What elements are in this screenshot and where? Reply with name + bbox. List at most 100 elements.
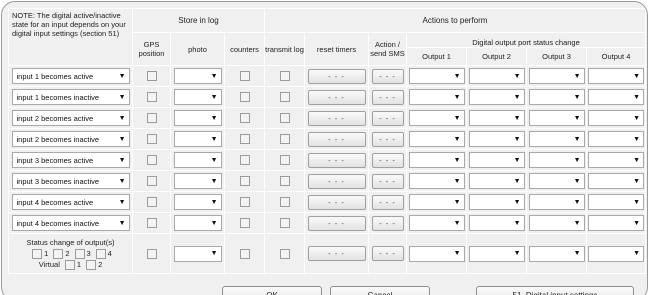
- virtual-output-2-checkbox[interactable]: [86, 259, 97, 270]
- photo-select[interactable]: ▼: [173, 173, 222, 189]
- transmit-log-checkbox[interactable]: [279, 71, 290, 81]
- gps-position-checkbox[interactable]: [146, 155, 157, 165]
- counters-checkbox[interactable]: [239, 113, 250, 123]
- transmit-log-checkbox[interactable]: [279, 155, 290, 165]
- output-1-select[interactable]: ▼: [408, 245, 465, 262]
- trigger-select[interactable]: input 2 becomes active ▼: [11, 110, 130, 126]
- transmit-log-checkbox[interactable]: [279, 134, 290, 144]
- output-4-select[interactable]: ▼: [588, 152, 644, 168]
- transmit-log-checkbox[interactable]: [279, 248, 290, 259]
- output-4-select[interactable]: ▼: [588, 173, 644, 189]
- output-4-select[interactable]: ▼: [588, 68, 644, 84]
- output-1-select[interactable]: ▼: [408, 89, 465, 105]
- counters-checkbox[interactable]: [239, 134, 250, 144]
- gps-position-checkbox[interactable]: [146, 134, 157, 144]
- reset-timers-button[interactable]: - - -: [307, 68, 366, 84]
- output-2-select[interactable]: ▼: [468, 110, 525, 126]
- gps-position-checkbox[interactable]: [146, 113, 157, 123]
- output-4-select[interactable]: ▼: [588, 131, 644, 147]
- output-3-select[interactable]: ▼: [528, 68, 585, 84]
- photo-select[interactable]: ▼: [173, 131, 222, 147]
- status-output-2-checkbox[interactable]: [53, 248, 64, 259]
- digital-input-settings-button[interactable]: 51. Digital input settings: [476, 286, 634, 295]
- gps-position-checkbox[interactable]: [146, 218, 157, 228]
- output-2-select[interactable]: ▼: [468, 152, 525, 168]
- gps-position-checkbox[interactable]: [146, 197, 157, 207]
- ok-button[interactable]: OK: [222, 286, 322, 295]
- counters-checkbox[interactable]: [239, 92, 250, 102]
- output-1-select[interactable]: ▼: [408, 152, 465, 168]
- send-sms-button[interactable]: - - -: [371, 68, 404, 84]
- cancel-button[interactable]: Cancel: [330, 286, 430, 295]
- reset-timers-button[interactable]: - - -: [307, 89, 366, 105]
- reset-timers-button[interactable]: - - -: [307, 173, 366, 189]
- gps-position-checkbox[interactable]: [146, 176, 157, 186]
- status-output-3-checkbox[interactable]: [74, 248, 85, 259]
- counters-checkbox[interactable]: [239, 71, 250, 81]
- reset-timers-button[interactable]: - - -: [307, 246, 366, 261]
- transmit-log-checkbox[interactable]: [279, 113, 290, 123]
- reset-timers-button[interactable]: - - -: [307, 152, 366, 168]
- output-2-select[interactable]: ▼: [468, 68, 525, 84]
- reset-timers-button[interactable]: - - -: [307, 131, 366, 147]
- counters-checkbox[interactable]: [239, 155, 250, 165]
- gps-position-checkbox[interactable]: [146, 92, 157, 102]
- output-1-select[interactable]: ▼: [408, 68, 465, 84]
- output-2-select[interactable]: ▼: [468, 173, 525, 189]
- trigger-select[interactable]: input 3 becomes active ▼: [11, 152, 130, 168]
- output-3-select[interactable]: ▼: [528, 89, 585, 105]
- send-sms-button[interactable]: - - -: [371, 246, 404, 261]
- photo-select[interactable]: ▼: [173, 215, 222, 231]
- photo-select[interactable]: ▼: [173, 152, 222, 168]
- trigger-select[interactable]: input 3 becomes inactive ▼: [11, 173, 130, 189]
- output-2-select[interactable]: ▼: [468, 215, 525, 231]
- output-4-select[interactable]: ▼: [588, 194, 644, 210]
- send-sms-button[interactable]: - - -: [371, 110, 404, 126]
- output-3-select[interactable]: ▼: [528, 152, 585, 168]
- gps-position-checkbox[interactable]: [146, 71, 157, 81]
- output-3-select[interactable]: ▼: [528, 194, 585, 210]
- trigger-select[interactable]: input 4 becomes inactive ▼: [11, 215, 130, 231]
- trigger-select[interactable]: input 1 becomes inactive ▼: [11, 89, 130, 105]
- reset-timers-button[interactable]: - - -: [307, 194, 366, 210]
- photo-select[interactable]: ▼: [173, 194, 222, 210]
- output-1-select[interactable]: ▼: [408, 173, 465, 189]
- output-1-select[interactable]: ▼: [408, 131, 465, 147]
- reset-timers-button[interactable]: - - -: [307, 110, 366, 126]
- photo-select[interactable]: ▼: [173, 89, 222, 105]
- output-4-select[interactable]: ▼: [588, 110, 644, 126]
- output-2-select[interactable]: ▼: [468, 131, 525, 147]
- photo-select[interactable]: ▼: [173, 110, 222, 126]
- photo-select[interactable]: ▼: [173, 245, 222, 262]
- output-3-select[interactable]: ▼: [528, 215, 585, 231]
- output-3-select[interactable]: ▼: [528, 173, 585, 189]
- transmit-log-checkbox[interactable]: [279, 218, 290, 228]
- output-1-select[interactable]: ▼: [408, 194, 465, 210]
- output-4-select[interactable]: ▼: [588, 215, 644, 231]
- output-2-select[interactable]: ▼: [468, 245, 525, 262]
- send-sms-button[interactable]: - - -: [371, 89, 404, 105]
- counters-checkbox[interactable]: [239, 197, 250, 207]
- counters-checkbox[interactable]: [239, 176, 250, 186]
- transmit-log-checkbox[interactable]: [279, 176, 290, 186]
- output-3-select[interactable]: ▼: [528, 245, 585, 262]
- send-sms-button[interactable]: - - -: [371, 131, 404, 147]
- trigger-select[interactable]: input 4 becomes active ▼: [11, 194, 130, 210]
- reset-timers-button[interactable]: - - -: [307, 215, 366, 231]
- status-output-4-checkbox[interactable]: [95, 248, 106, 259]
- send-sms-button[interactable]: - - -: [371, 173, 404, 189]
- output-4-select[interactable]: ▼: [588, 89, 644, 105]
- trigger-select[interactable]: input 2 becomes inactive ▼: [11, 131, 130, 147]
- transmit-log-checkbox[interactable]: [279, 92, 290, 102]
- output-3-select[interactable]: ▼: [528, 131, 585, 147]
- status-output-1-checkbox[interactable]: [32, 248, 43, 259]
- virtual-output-1-checkbox[interactable]: [64, 259, 75, 270]
- transmit-log-checkbox[interactable]: [279, 197, 290, 207]
- output-3-select[interactable]: ▼: [528, 110, 585, 126]
- output-2-select[interactable]: ▼: [468, 89, 525, 105]
- output-4-select[interactable]: ▼: [588, 245, 644, 262]
- trigger-select[interactable]: input 1 becomes active ▼: [11, 68, 130, 84]
- send-sms-button[interactable]: - - -: [371, 215, 404, 231]
- output-1-select[interactable]: ▼: [408, 215, 465, 231]
- output-1-select[interactable]: ▼: [408, 110, 465, 126]
